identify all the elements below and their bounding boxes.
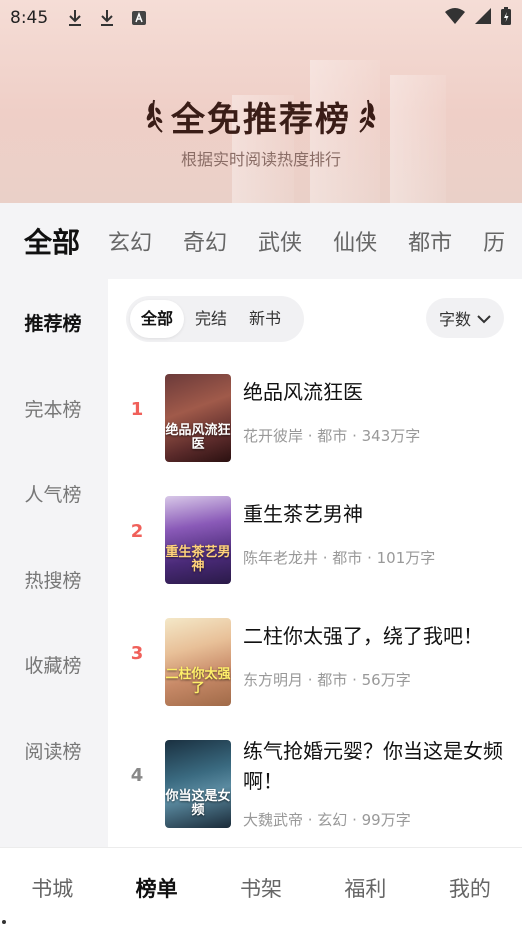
- banner-title: 全免推荐榜: [171, 100, 351, 140]
- header-banner: 8:45 全免推荐榜 根据实时阅读热度排行: [0, 0, 522, 203]
- side-item-label: 阅读榜: [24, 741, 82, 763]
- tab-xianxia[interactable]: 仙侠: [333, 225, 377, 257]
- rank-number: 1: [130, 399, 144, 420]
- cover-title: 绝品风流狂医: [165, 423, 231, 452]
- side-item-reading[interactable]: 阅读榜: [0, 737, 108, 764]
- chevron-down-icon: [477, 309, 491, 328]
- side-item-label: 人气榜: [24, 484, 82, 506]
- book-list-item[interactable]: 1 绝品风流狂医 绝品风流狂医 花开彼岸 · 都市 · 343万字: [108, 365, 522, 463]
- book-meta: 花开彼岸 · 都市 · 343万字: [243, 427, 421, 445]
- battery-charging-icon: [500, 6, 512, 31]
- cover-title: 你当这是女频: [165, 789, 231, 818]
- side-item-label: 推荐榜: [24, 313, 82, 335]
- book-cover: 你当这是女频: [165, 740, 231, 828]
- app-notification-icon: [126, 7, 152, 29]
- bottom-nav: 书城 榜单 书架 福利 我的: [0, 847, 522, 928]
- rank-number: 4: [130, 765, 144, 786]
- book-cover: 绝品风流狂医: [165, 374, 231, 462]
- nav-rewards[interactable]: 福利: [313, 873, 417, 903]
- cover-title: 二柱你太强了: [165, 667, 231, 696]
- word-count-sort-button[interactable]: 字数: [426, 298, 504, 338]
- cover-title: 重生茶艺男神: [165, 545, 231, 574]
- nav-bookshelf[interactable]: 书架: [209, 873, 313, 903]
- nav-profile[interactable]: 我的: [418, 873, 522, 903]
- book-list-item[interactable]: 3 二柱你太强了 二柱你太强了，绕了我吧！ 东方明月 · 都市 · 56万字: [108, 609, 522, 707]
- book-title: 绝品风流狂医: [243, 380, 363, 404]
- side-item-label: 热搜榜: [24, 570, 82, 592]
- sort-label: 字数: [438, 310, 471, 329]
- book-cover: 重生茶艺男神: [165, 496, 231, 584]
- tab-wuxia[interactable]: 武侠: [258, 225, 302, 257]
- laurel-right-icon: [354, 94, 378, 138]
- side-item-popular[interactable]: 人气榜: [0, 480, 108, 507]
- status-filter: 全部 完结 新书: [126, 296, 304, 342]
- book-meta: 大魏武帝 · 玄幻 · 99万字: [243, 811, 411, 829]
- side-item-label: 收藏榜: [24, 655, 82, 677]
- signal-icon: [474, 7, 492, 30]
- book-meta: 东方明月 · 都市 · 56万字: [243, 671, 411, 689]
- ranking-side-nav: 推荐榜 完本榜 人气榜 热搜榜 收藏榜 阅读榜: [0, 279, 108, 847]
- side-item-hot-search[interactable]: 热搜榜: [0, 566, 108, 593]
- rank-number: 3: [130, 643, 144, 664]
- tab-lishi[interactable]: 历: [483, 225, 505, 257]
- status-time: 8:45: [10, 8, 49, 28]
- tab-xuanhuan[interactable]: 玄幻: [108, 225, 152, 257]
- rank-number: 2: [130, 521, 144, 542]
- wifi-icon: [444, 7, 466, 30]
- download-icon: [94, 7, 120, 29]
- filter-finished[interactable]: 完结: [184, 300, 238, 338]
- tab-dushi[interactable]: 都市: [408, 225, 452, 257]
- book-list-item[interactable]: 2 重生茶艺男神 重生茶艺男神 陈年老龙井 · 都市 · 101万字: [108, 487, 522, 585]
- book-title: 练气抢婚元婴？你当这是女频啊！: [243, 739, 503, 793]
- category-tabs: 全部 玄幻 奇幻 武侠 仙侠 都市 历: [0, 203, 522, 279]
- book-list-item[interactable]: 4 你当这是女频 练气抢婚元婴？你当这是女频啊！ 大魏武帝 · 玄幻 · 99万…: [108, 731, 522, 841]
- book-cover: 二柱你太强了: [165, 618, 231, 706]
- corner-indicator-dot: [2, 920, 6, 924]
- status-bar: 8:45: [0, 0, 522, 36]
- side-item-recommend[interactable]: 推荐榜: [0, 309, 108, 336]
- tab-all[interactable]: 全部: [24, 221, 80, 261]
- tab-qihuan[interactable]: 奇幻: [183, 225, 227, 257]
- filter-all[interactable]: 全部: [130, 300, 185, 338]
- book-title: 重生茶艺男神: [243, 502, 363, 526]
- side-item-favorites[interactable]: 收藏榜: [0, 651, 108, 678]
- nav-bookstore[interactable]: 书城: [0, 873, 104, 903]
- ranking-list-panel: 全部 完结 新书 字数 1 绝品风流狂医 绝品风流狂医 花开彼岸 · 都市 · …: [108, 279, 522, 847]
- download-icon: [62, 7, 88, 29]
- banner-subtitle: 根据实时阅读热度排行: [180, 150, 341, 169]
- side-item-completed[interactable]: 完本榜: [0, 395, 108, 422]
- book-meta: 陈年老龙井 · 都市 · 101万字: [243, 549, 436, 567]
- side-item-label: 完本榜: [24, 399, 82, 421]
- book-title: 二柱你太强了，绕了我吧！: [243, 624, 483, 648]
- filter-new[interactable]: 新书: [238, 300, 292, 338]
- nav-rankings[interactable]: 榜单: [104, 873, 208, 903]
